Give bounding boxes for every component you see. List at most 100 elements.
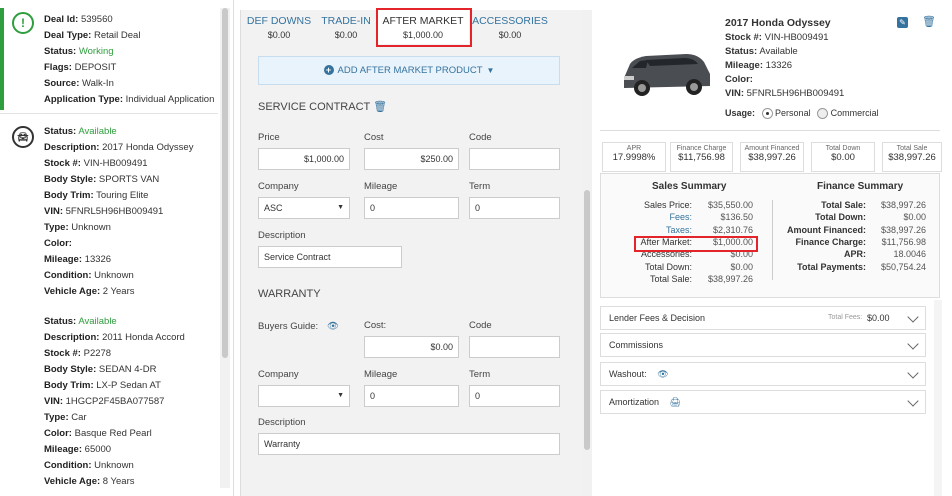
accordion-commissions[interactable]: Commissions — [600, 333, 926, 357]
finance-row-value: $50,754.24 — [880, 261, 926, 272]
price-input[interactable]: $1,000.00 — [258, 148, 350, 170]
car-icon: 🚘︎ — [12, 126, 34, 148]
stock: P2278 — [83, 348, 112, 359]
sales-row-label: Total Down: — [644, 261, 692, 272]
total-down-box: Total Down $0.00 — [811, 142, 875, 172]
chevron-down-icon — [907, 338, 919, 350]
plus-circle-icon: + — [323, 65, 334, 76]
car-image — [624, 54, 710, 96]
vehicle-card[interactable]: 🚘︎ Status: Available Description: 2017 H… — [0, 118, 218, 308]
tab-amount: $0.00 — [334, 30, 358, 40]
finance-row-label: Amount Financed: — [787, 224, 866, 235]
personal-radio[interactable] — [761, 108, 773, 120]
tab-trade-in[interactable]: TRADE-IN $0.00 — [317, 10, 375, 44]
color-label: Color: — [44, 238, 72, 249]
cost-input[interactable]: $250.00 — [364, 148, 459, 170]
finance-charge-box: Finance Charge $11,756.98 — [670, 142, 733, 172]
description-label: Description — [258, 230, 306, 241]
finance-box-label: APR — [626, 145, 642, 152]
company-value: ASC — [264, 203, 283, 213]
tab-label: DEF DOWNS — [246, 15, 312, 27]
finance-row-value: 18.0046 — [893, 249, 926, 260]
sales-row-label: Sales Price: — [643, 200, 692, 210]
scrollbar-thumb[interactable] — [222, 8, 228, 358]
company-label: Company — [258, 369, 299, 380]
type: Car — [71, 412, 87, 423]
service-contract-header: SERVICE CONTRACT 🗑︎ — [258, 100, 387, 113]
vehicle-card[interactable]: Status: Available Description: 2011 Hond… — [0, 308, 218, 496]
condition: Unknown — [94, 460, 134, 471]
vehicle-status: Available — [78, 316, 117, 327]
eye-icon[interactable]: 👁︎ — [657, 369, 668, 379]
finance-box-value: 17.9998% — [612, 152, 656, 163]
scrollbar-thumb[interactable] — [584, 190, 590, 450]
printer-icon[interactable]: 🖨︎ — [670, 397, 681, 407]
company-select[interactable]: ASC ▼ — [258, 197, 350, 219]
right-scrollbar[interactable] — [934, 300, 942, 496]
flags-label: Flags: — [44, 62, 72, 73]
chevron-down-icon — [907, 311, 919, 323]
age: 2 Years — [102, 286, 135, 297]
finance-row-value: $38,997.26 — [880, 200, 926, 210]
mileage-label: Mileage: — [44, 254, 83, 265]
eye-icon[interactable]: 👁︎ — [327, 321, 339, 332]
term-input[interactable]: 0 — [469, 385, 560, 407]
tab-def-downs[interactable]: DEF DOWNS $0.00 — [241, 10, 317, 44]
finance-box-label: Finance Charge — [676, 145, 727, 152]
mileage-input[interactable]: 0 — [364, 385, 459, 407]
trash-icon[interactable]: 🗑︎ — [373, 101, 387, 113]
description-input[interactable]: Warranty — [258, 433, 560, 455]
cost-label: Cost — [364, 132, 384, 143]
finance-box-label: Total Sale — [896, 145, 928, 152]
finance-box-label: Amount Financed — [744, 145, 800, 152]
commercial-radio[interactable] — [817, 108, 829, 120]
middle-scrollbar[interactable] — [582, 10, 592, 496]
add-after-market-button[interactable]: + ADD AFTER MARKET PRODUCT ▼ — [258, 56, 560, 85]
left-scrollbar[interactable] — [220, 8, 230, 488]
sales-summary-title: Sales Summary — [652, 181, 727, 192]
divider — [772, 200, 773, 280]
vin: 1HGCP2F45BA077587 — [65, 396, 165, 407]
finance-row-value: $11,756.98 — [881, 236, 926, 247]
vehicle-title: 2017 Honda Odyssey — [725, 17, 831, 29]
vehicle-photo — [616, 30, 716, 110]
color: Basque Red Pearl — [74, 428, 152, 439]
accordion-amortization[interactable]: Amortization 🖨︎ — [600, 390, 926, 414]
deal-panel: ! Deal Id: 539560 Deal Type: Retail Deal… — [0, 0, 234, 496]
term-input[interactable]: 0 — [469, 197, 560, 219]
total-sale-box: Total Sale $38,997.26 — [882, 142, 942, 172]
total-fees-label: Total Fees: — [828, 314, 863, 321]
accordion-lender[interactable]: Lender Fees & Decision Total Fees: $0.00 — [600, 306, 926, 330]
sales-row-label[interactable]: Fees: — [600, 212, 692, 222]
code-input[interactable] — [469, 336, 560, 358]
source: Walk-In — [82, 78, 114, 89]
accordion-label: Amortization — [609, 397, 660, 407]
accordion-washout[interactable]: Washout: 👁︎ — [600, 362, 926, 386]
deal-id: 539560 — [80, 14, 113, 25]
code-input[interactable] — [469, 148, 560, 170]
caret-down-icon: ▼ — [486, 66, 495, 75]
finance-row-label: APR: — [844, 249, 866, 260]
vin-label: VIN: — [725, 88, 744, 99]
alert-icon: ! — [12, 12, 34, 34]
age-label: Vehicle Age: — [44, 286, 101, 297]
personal-label: Personal — [775, 108, 811, 118]
description-input[interactable]: Service Contract — [258, 246, 402, 268]
buyers-guide-label: Buyers Guide: — [258, 321, 319, 332]
deal-type: Retail Deal — [93, 30, 141, 41]
cost-input[interactable]: $0.00 — [364, 336, 459, 358]
sales-row-value: $0.00 — [730, 261, 753, 272]
body-trim-label: Body Trim: — [44, 380, 94, 391]
code-label: Code — [469, 320, 492, 331]
tab-accessories[interactable]: ACCESSORIES $0.00 — [471, 10, 549, 44]
sales-row-label[interactable]: Taxes: — [600, 225, 692, 235]
mileage-input[interactable]: 0 — [364, 197, 459, 219]
condition-label: Condition: — [44, 270, 92, 281]
accordion-label: Washout: — [609, 369, 647, 379]
trash-icon[interactable]: 🗑︎ — [922, 15, 936, 28]
edit-icon[interactable]: ✎ — [897, 17, 908, 28]
company-select[interactable]: ▼ — [258, 385, 350, 407]
chevron-down-icon: ▼ — [337, 392, 344, 399]
vehicle-status: Available — [78, 126, 117, 137]
age: 8 Years — [102, 476, 135, 487]
